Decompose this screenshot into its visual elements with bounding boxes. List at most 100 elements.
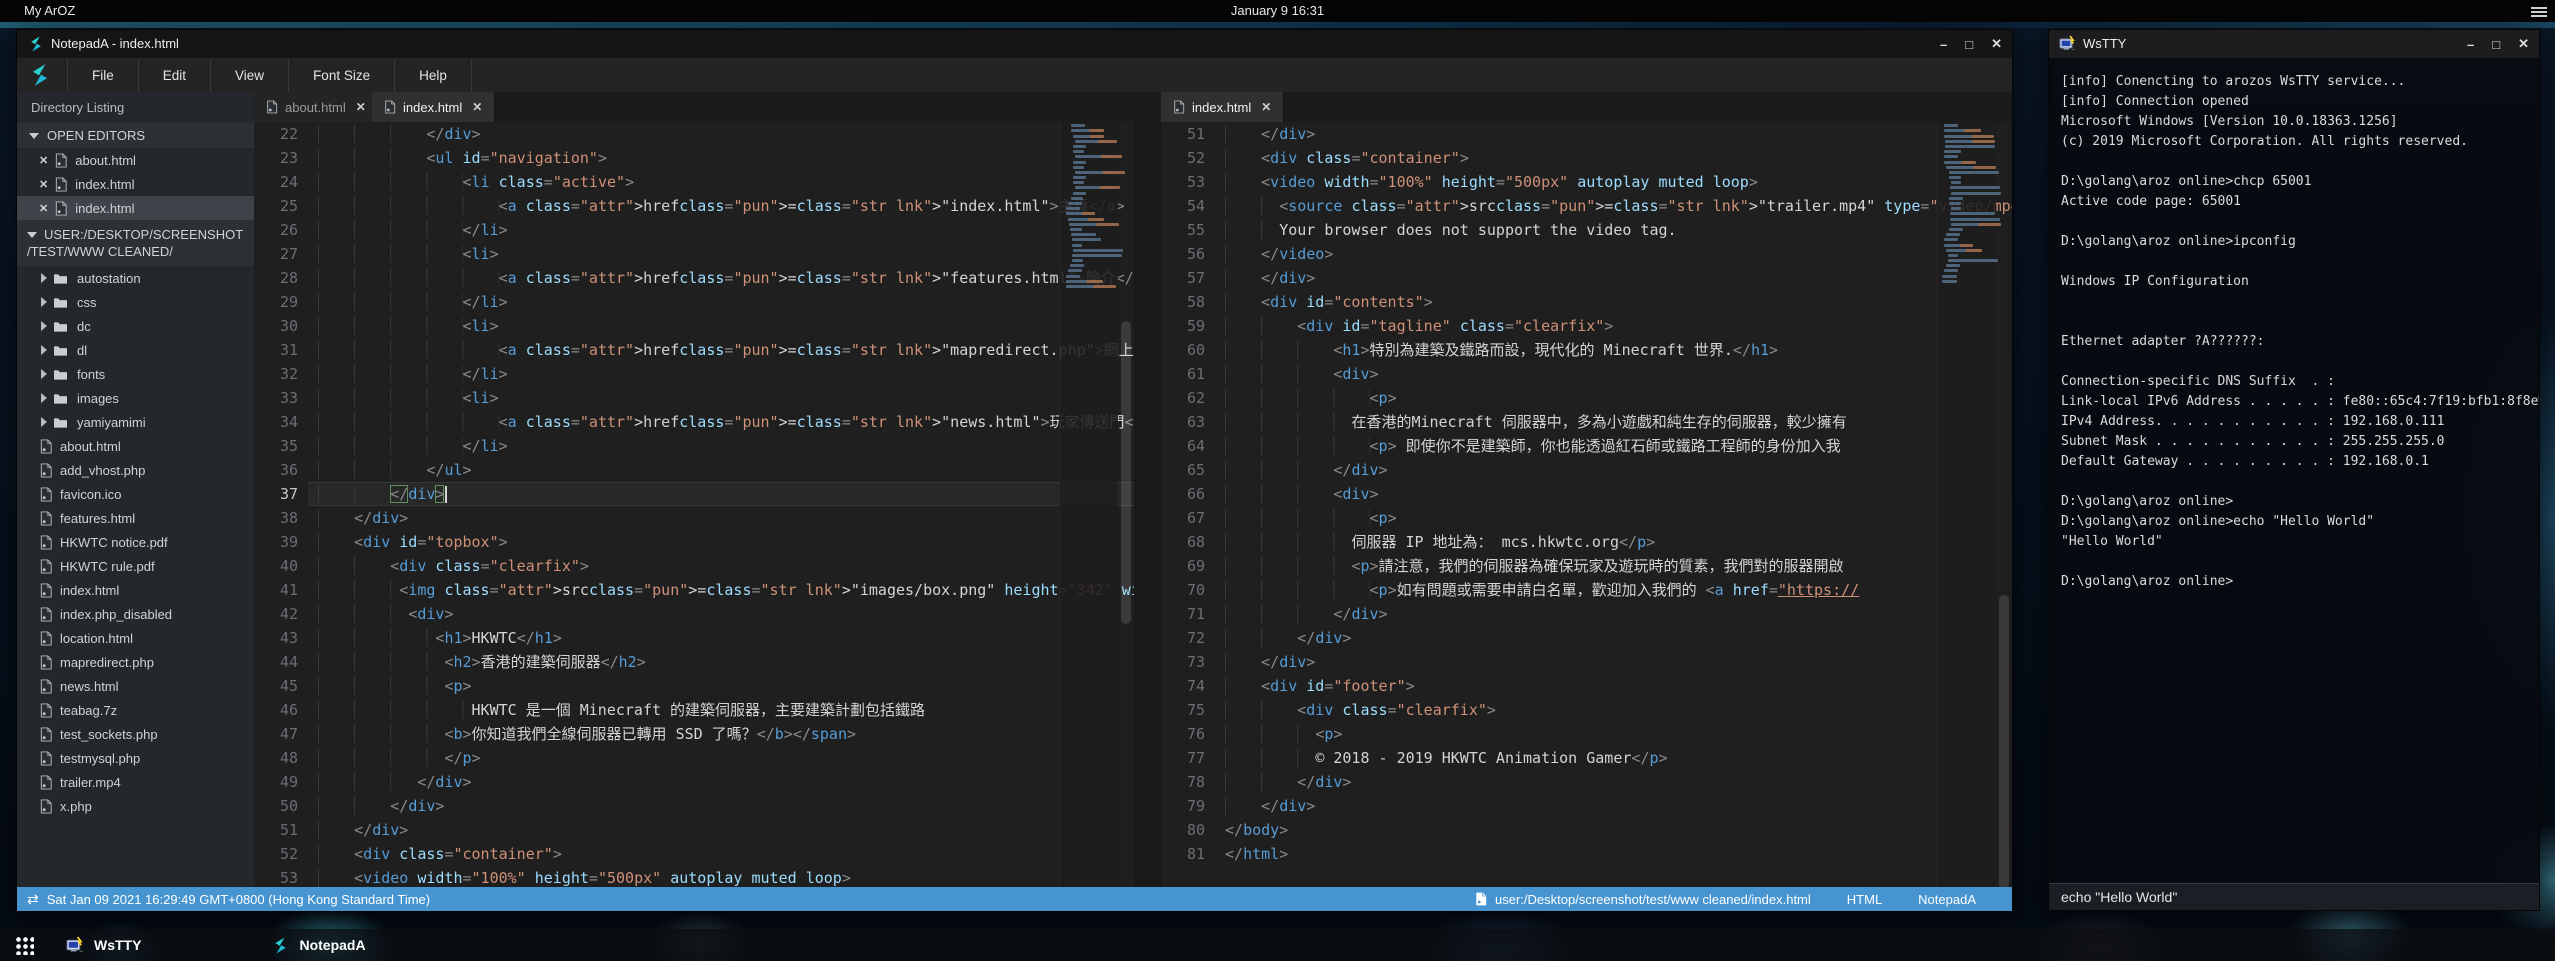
code-line[interactable]: 32 </li> <box>254 362 1134 386</box>
close-icon[interactable]: ✕ <box>39 154 48 167</box>
code-line[interactable]: 24 <li class="active"> <box>254 170 1134 194</box>
open-editor-item[interactable]: ✕index.html <box>17 172 254 196</box>
code-line[interactable]: 54 <source class="attr">srcclass="pun">=… <box>1161 194 2012 218</box>
tree-file-row[interactable]: testmysql.php <box>17 746 254 770</box>
tree-folder-row[interactable]: fonts <box>17 362 254 386</box>
close-icon[interactable]: ✕ <box>39 202 48 215</box>
code-line[interactable]: 55 Your browser does not support the vid… <box>1161 218 2012 242</box>
code-line[interactable]: 70 <p>如有問題或需要申請白名單，歡迎加入我們的 <a href="http… <box>1161 578 2012 602</box>
code-line[interactable]: 62 <p> <box>1161 386 2012 410</box>
tree-file-row[interactable]: favicon.ico <box>17 482 254 506</box>
open-editor-item[interactable]: ✕about.html <box>17 148 254 172</box>
menu-view[interactable]: View <box>210 59 288 92</box>
code-line[interactable]: 36 </ul> <box>254 458 1134 482</box>
tree-file-row[interactable]: test_sockets.php <box>17 722 254 746</box>
maximize-button[interactable]: □ <box>1965 37 1973 52</box>
code-line[interactable]: 28 <a class="attr">hrefclass="pun">=clas… <box>254 266 1134 290</box>
code-line[interactable]: 59 <div id="tagline" class="clearfix"> <box>1161 314 2012 338</box>
code-line[interactable]: 61 <div> <box>1161 362 2012 386</box>
taskbar-item-wstty[interactable]: WsTTY <box>56 929 151 961</box>
tree-file-row[interactable]: teabag.7z <box>17 698 254 722</box>
editor-group-2[interactable]: 51 </div>52 <div class="container">53 <v… <box>1161 122 2012 887</box>
code-line[interactable]: 76 <p> <box>1161 722 2012 746</box>
code-line[interactable]: 69 <p>請注意，我們的伺服器為確保玩家及遊玩時的質素，我們對的服器開啟 <box>1161 554 2012 578</box>
wstty-title-bar[interactable]: WsTTY – □ ✕ <box>2049 30 2539 58</box>
tree-file-row[interactable]: mapredirect.php <box>17 650 254 674</box>
code-line[interactable]: 49 </div> <box>254 770 1134 794</box>
code-line[interactable]: 81</html> <box>1161 842 2012 866</box>
editor-group-divider[interactable] <box>1134 122 1161 887</box>
code-line[interactable]: 52 <div class="container"> <box>254 842 1134 866</box>
code-line[interactable]: 64 <p> 即使你不是建築師，你也能透過紅石師或鐵路工程師的身份加入我 <box>1161 434 2012 458</box>
code-line[interactable]: 38 </div> <box>254 506 1134 530</box>
menu-file[interactable]: File <box>67 59 138 92</box>
code-line[interactable]: 68 伺服器 IP 地址為： mcs.hkwtc.org</p> <box>1161 530 2012 554</box>
app-grid-icon[interactable] <box>14 935 34 955</box>
editor-group-1[interactable]: 22 </div>23 <ul id="navigation">24 <li c… <box>254 122 1134 887</box>
tree-file-row[interactable]: HKWTC rule.pdf <box>17 554 254 578</box>
editor-tab-index.html[interactable]: index.html✕ <box>372 92 495 122</box>
close-button[interactable]: ✕ <box>2518 36 2529 52</box>
minimap[interactable] <box>1059 122 1118 887</box>
tree-file-row[interactable]: news.html <box>17 674 254 698</box>
tree-folder-row[interactable]: autostation <box>17 266 254 290</box>
tree-file-row[interactable]: add_vhost.php <box>17 458 254 482</box>
tree-file-row[interactable]: location.html <box>17 626 254 650</box>
code-line[interactable]: 73 </div> <box>1161 650 2012 674</box>
code-line[interactable]: 41 <img class="attr">srcclass="pun">=cla… <box>254 578 1134 602</box>
code-line[interactable]: 74 <div id="footer"> <box>1161 674 2012 698</box>
code-line[interactable]: 67 <p> <box>1161 506 2012 530</box>
code-line[interactable]: 34 <a class="attr">hrefclass="pun">=clas… <box>254 410 1134 434</box>
code-line[interactable]: 72 </div> <box>1161 626 2012 650</box>
open-editor-item[interactable]: ✕index.html <box>17 196 254 220</box>
tree-folder-row[interactable]: images <box>17 386 254 410</box>
workspace-folder-header[interactable]: USER:/DESKTOP/SCREENSHOT /TEST/WWW CLEAN… <box>17 220 254 266</box>
code-line[interactable]: 58 <div id="contents"> <box>1161 290 2012 314</box>
close-button[interactable]: ✕ <box>1991 36 2002 52</box>
code-line[interactable]: 33 <li> <box>254 386 1134 410</box>
code-line[interactable]: 66 <div> <box>1161 482 2012 506</box>
code-line[interactable]: 48 </p> <box>254 746 1134 770</box>
scrollbar-thumb[interactable] <box>1121 321 1131 624</box>
code-line[interactable]: 43 <h1>HKWTC</h1> <box>254 626 1134 650</box>
code-line[interactable]: 45 <p> <box>254 674 1134 698</box>
editor-tab-index.html[interactable]: index.html✕ <box>1161 92 1284 122</box>
code-line[interactable]: 25 <a class="attr">hrefclass="pun">=clas… <box>254 194 1134 218</box>
code-line[interactable]: 44 <h2>香港的建築伺服器</h2> <box>254 650 1134 674</box>
editor-tab-about.html[interactable]: about.html✕ <box>254 92 379 122</box>
code-line[interactable]: 35 </li> <box>254 434 1134 458</box>
notepada-title-bar[interactable]: NotepadA - index.html – □ ✕ <box>17 30 2012 58</box>
tab-close-icon[interactable]: ✕ <box>472 100 482 114</box>
scrollbar[interactable] <box>1998 122 2010 887</box>
code-line[interactable]: 47 <b>你知道我們全線伺服器已轉用 SSD 了嗎？</b></span> <box>254 722 1134 746</box>
code-line[interactable]: 31 <a class="attr">hrefclass="pun">=clas… <box>254 338 1134 362</box>
code-line[interactable]: 51 </div> <box>254 818 1134 842</box>
code-line[interactable]: 39 <div id="topbox"> <box>254 530 1134 554</box>
code-line[interactable]: 30 <li> <box>254 314 1134 338</box>
tree-folder-row[interactable]: yamiyamimi <box>17 410 254 434</box>
hamburger-menu-icon[interactable] <box>2531 5 2547 17</box>
menu-edit[interactable]: Edit <box>138 59 210 92</box>
code-line[interactable]: 63 在香港的Minecraft 伺服器中，多為小遊戲和純生存的伺服器，較少擁有 <box>1161 410 2012 434</box>
code-line[interactable]: 26 </li> <box>254 218 1134 242</box>
code-line[interactable]: 56 </video> <box>1161 242 2012 266</box>
code-line[interactable]: 40 <div class="clearfix"> <box>254 554 1134 578</box>
tree-file-row[interactable]: index.html <box>17 578 254 602</box>
code-line[interactable]: 79 </div> <box>1161 794 2012 818</box>
tree-file-row[interactable]: features.html <box>17 506 254 530</box>
scrollbar-thumb[interactable] <box>1999 595 2009 887</box>
minimize-button[interactable]: – <box>1940 37 1947 52</box>
code-line[interactable]: 51 </div> <box>1161 122 2012 146</box>
menu-help[interactable]: Help <box>394 59 472 92</box>
open-editors-section-header[interactable]: OPEN EDITORS <box>17 123 254 148</box>
code-line[interactable]: 71 </div> <box>1161 602 2012 626</box>
minimize-button[interactable]: – <box>2467 37 2474 52</box>
scrollbar[interactable] <box>1120 122 1132 887</box>
code-line[interactable]: 75 <div class="clearfix"> <box>1161 698 2012 722</box>
code-line[interactable]: 52 <div class="container"> <box>1161 146 2012 170</box>
tree-file-row[interactable]: index.php_disabled <box>17 602 254 626</box>
code-line[interactable]: 60 <h1>特別為建築及鐵路而設，現代化的 Minecraft 世界.</h1… <box>1161 338 2012 362</box>
tree-folder-row[interactable]: css <box>17 290 254 314</box>
code-line[interactable]: 23 <ul id="navigation"> <box>254 146 1134 170</box>
code-line[interactable]: 46 HKWTC 是一個 Minecraft 的建築伺服器，主要建築計劃包括鐵路 <box>254 698 1134 722</box>
